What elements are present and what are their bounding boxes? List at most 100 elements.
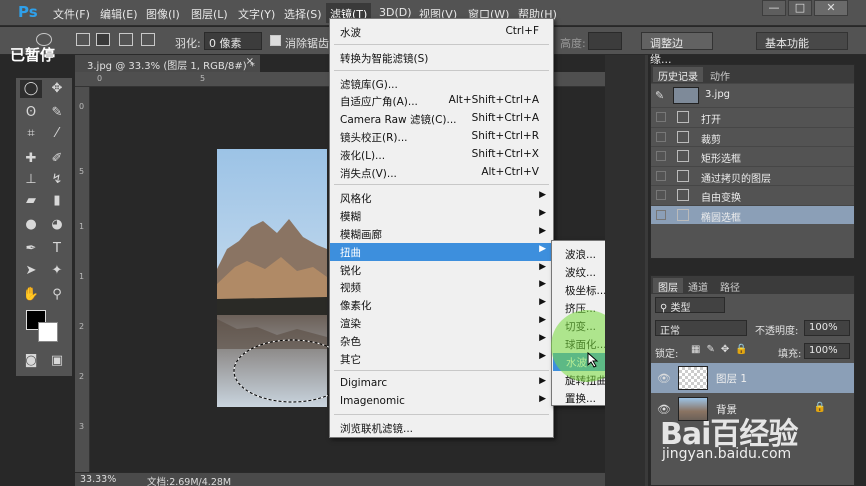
pen-tool-icon[interactable]: ✒ xyxy=(20,240,42,258)
dodge-tool-icon[interactable]: ◕ xyxy=(46,216,68,234)
fill-input[interactable]: 100% xyxy=(804,343,850,359)
quick-select-tool-icon[interactable]: ✎ xyxy=(46,104,68,122)
gradient-tool-icon[interactable]: ▮ xyxy=(46,192,68,210)
blur-tool-icon[interactable]: ● xyxy=(20,216,42,234)
new-selection-icon[interactable] xyxy=(76,33,90,46)
close-tab-icon[interactable]: × xyxy=(246,56,254,67)
filter-menu-item[interactable]: 消失点(V)... Alt+Ctrl+V xyxy=(330,164,553,182)
filter-menu-item[interactable]: 水波 Ctrl+F xyxy=(330,23,553,41)
tab-channels[interactable]: 通道 xyxy=(683,278,713,294)
tab-layers[interactable]: 图层 xyxy=(653,278,683,294)
hand-tool-icon[interactable]: ✋ xyxy=(20,286,42,304)
feather-input[interactable]: 0 像素 xyxy=(204,32,262,50)
menu-layer[interactable]: 图层(L) xyxy=(191,6,228,22)
submenu-arrow-icon: ▶ xyxy=(539,394,546,405)
filter-menu-item[interactable]: 自适应广角(A)... Alt+Shift+Ctrl+A xyxy=(330,92,553,110)
history-source-checkbox[interactable] xyxy=(656,131,666,142)
filter-menu-item[interactable]: 渲染 ▶ xyxy=(330,314,553,332)
minimize-button[interactable]: — xyxy=(762,0,786,16)
history-item[interactable]: 裁剪 xyxy=(651,126,854,146)
healing-brush-tool-icon[interactable]: ✚ xyxy=(20,150,42,168)
filter-menu-item[interactable]: Imagenomic ▶ xyxy=(330,393,553,411)
menu-type[interactable]: 文字(Y) xyxy=(238,6,275,22)
refine-edge-button[interactable]: 调整边缘... xyxy=(641,32,713,66)
ruler-tick: 2 xyxy=(79,322,85,331)
history-source-checkbox[interactable] xyxy=(656,170,666,181)
document-tab[interactable]: 3.jpg @ 33.3% (图层 1, RGB/8#) * × xyxy=(75,55,260,72)
history-source-checkbox[interactable] xyxy=(656,112,666,122)
history-item[interactable]: 矩形选框 xyxy=(651,146,854,165)
menu-image[interactable]: 图像(I) xyxy=(146,6,180,22)
lock-label: 锁定: xyxy=(655,349,679,360)
eyedropper-tool-icon[interactable]: ⁄ xyxy=(46,125,68,143)
layer-row[interactable]: 👁 图层 1 xyxy=(651,363,854,393)
layer-kind-filter[interactable]: ⚲ 类型 xyxy=(655,297,725,314)
path-select-tool-icon[interactable]: ➤ xyxy=(20,262,42,280)
distort-submenu-item-label: 置换... xyxy=(565,393,597,405)
type-tool-icon[interactable]: T xyxy=(46,240,68,258)
history-item[interactable]: 自由变换 xyxy=(651,185,854,204)
submenu-arrow-icon: ▶ xyxy=(539,315,546,325)
intersect-selection-icon[interactable] xyxy=(141,33,155,46)
ellipse-marquee-tool-icon[interactable]: ◯ xyxy=(20,80,42,98)
lasso-tool-icon[interactable]: ʘ xyxy=(20,104,42,122)
shape-tool-icon[interactable]: ✦ xyxy=(46,262,68,280)
zoom-tool-icon[interactable]: ⚲ xyxy=(46,286,68,304)
history-snapshot[interactable]: ✎ 3.jpg xyxy=(651,83,854,107)
history-source-checkbox[interactable] xyxy=(656,209,666,220)
panel-dock-collapsed xyxy=(605,55,645,486)
antialias-checkbox[interactable] xyxy=(270,35,281,46)
quick-mask-icon[interactable]: ◙ xyxy=(20,352,42,370)
history-source-checkbox[interactable] xyxy=(656,190,666,200)
close-button[interactable]: ✕ xyxy=(814,0,848,16)
tab-actions[interactable]: 动作 xyxy=(705,67,735,83)
move-tool-icon[interactable]: ✥ xyxy=(46,80,68,98)
filter-menu-item[interactable]: 模糊画廊 ▶ xyxy=(330,225,553,243)
maximize-button[interactable]: □ xyxy=(788,0,812,16)
add-selection-icon[interactable] xyxy=(96,33,110,46)
eraser-tool-icon[interactable]: ▰ xyxy=(20,192,42,210)
filter-menu-item[interactable]: 镜头校正(R)... Shift+Ctrl+R xyxy=(330,128,553,146)
submenu-arrow-icon: ▶ xyxy=(539,243,546,254)
clone-stamp-tool-icon[interactable]: ⊥ xyxy=(20,171,42,189)
filter-menu-item[interactable]: 锐化 ▶ xyxy=(330,261,553,279)
menu-select[interactable]: 选择(S) xyxy=(284,6,322,22)
lock-icon: 🔒 xyxy=(813,402,826,413)
tab-history[interactable]: 历史记录 xyxy=(653,67,703,83)
filter-menu-item[interactable]: 滤镜库(G)... xyxy=(330,75,553,93)
filter-menu-item[interactable]: 液化(L)... Shift+Ctrl+X xyxy=(330,146,553,164)
screen-mode-icon[interactable]: ▣ xyxy=(46,352,68,370)
history-item[interactable]: 通过拷贝的图层 xyxy=(651,165,854,185)
height-input[interactable] xyxy=(588,32,622,50)
filter-menu-item[interactable]: 风格化 ▶ xyxy=(330,189,553,207)
filter-menu-item[interactable]: 转换为智能滤镜(S) xyxy=(330,49,553,67)
history-source-checkbox[interactable] xyxy=(656,151,666,161)
filter-menu-item[interactable]: 模糊 ▶ xyxy=(330,207,553,225)
filter-menu-item[interactable]: 杂色 ▶ xyxy=(330,332,553,350)
tab-paths[interactable]: 路径 xyxy=(715,278,745,294)
filter-menu-item[interactable]: Digimarc ▶ xyxy=(330,375,553,393)
filter-menu-item[interactable]: 扭曲 ▶ xyxy=(330,242,553,261)
history-brush-tool-icon[interactable]: ↯ xyxy=(46,171,68,189)
filter-menu-item[interactable]: 浏览联机滤镜... xyxy=(330,419,553,437)
filter-menu-item[interactable]: 其它 ▶ xyxy=(330,350,553,368)
lock-icons[interactable]: ▦✎✥🔒 xyxy=(691,344,754,355)
menu-edit[interactable]: 编辑(E) xyxy=(100,6,138,22)
blend-mode-select[interactable]: 正常 xyxy=(655,320,747,337)
filter-menu-item[interactable]: 像素化 ▶ xyxy=(330,296,553,314)
visibility-eye-icon[interactable]: 👁 xyxy=(657,372,671,385)
menu-file[interactable]: 文件(F) xyxy=(53,6,90,22)
zoom-level[interactable]: 33.33% xyxy=(80,474,116,485)
background-color-swatch[interactable] xyxy=(38,322,58,342)
history-item[interactable]: 打开 xyxy=(651,107,854,126)
workspace-select[interactable]: 基本功能 xyxy=(756,32,848,50)
layers-tabbar: 图层 通道 路径 xyxy=(651,276,854,294)
opacity-input[interactable]: 100% xyxy=(804,320,850,336)
crop-tool-icon[interactable]: ⌗ xyxy=(20,125,42,143)
brush-tool-icon[interactable]: ✐ xyxy=(46,150,68,168)
subtract-selection-icon[interactable] xyxy=(119,33,133,46)
history-item[interactable]: 椭圆选框 xyxy=(651,204,854,224)
filter-menu-item[interactable]: 视频 ▶ xyxy=(330,278,553,296)
history-item-label: 矩形选框 xyxy=(701,154,741,165)
filter-menu-item[interactable]: Camera Raw 滤镜(C)... Shift+Ctrl+A xyxy=(330,110,553,128)
